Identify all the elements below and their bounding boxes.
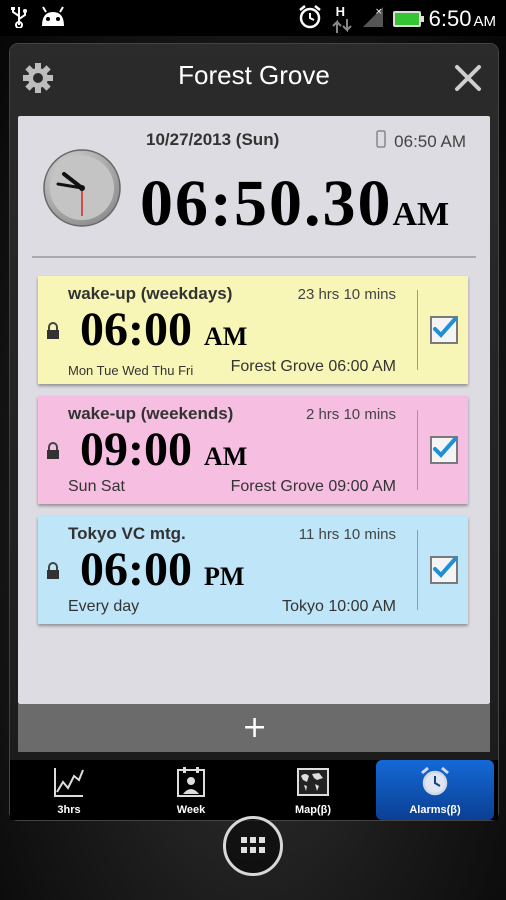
data-arrows-icon: H bbox=[331, 4, 353, 33]
card-separator bbox=[417, 410, 418, 490]
alarm-card[interactable]: Tokyo VC mtg. 11 hrs 10 mins 06:00 PM Ev… bbox=[38, 516, 468, 624]
tab-label: Week bbox=[176, 804, 206, 816]
close-icon[interactable] bbox=[454, 64, 482, 92]
current-date: 10/27/2013 (Sun) bbox=[146, 130, 280, 149]
card-separator bbox=[417, 290, 418, 370]
network-type-label: H bbox=[335, 4, 346, 19]
alarm-days: Sun Sat bbox=[68, 478, 125, 495]
device-time: 06:50 AM bbox=[376, 130, 466, 153]
divider bbox=[32, 256, 476, 258]
alarm-local-time: Forest Grove 06:00 AM bbox=[230, 358, 396, 375]
alarm-time: 06:00 PM bbox=[80, 543, 245, 596]
tab-label: 3hrs bbox=[57, 804, 81, 816]
lock-icon bbox=[46, 562, 60, 580]
status-bar: H × 6:50 AM bbox=[0, 0, 506, 36]
alarm-name: wake-up (weekends) bbox=[68, 404, 234, 423]
world-clock-widget: Forest Grove 10/27/2013 (Sun) 06:50 AM 0… bbox=[10, 44, 498, 820]
device-time-label: 06:50 AM bbox=[394, 131, 466, 151]
alarm-card[interactable]: wake-up (weekdays) 23 hrs 10 mins 06:00 … bbox=[38, 276, 468, 384]
tab-label: Alarms(β) bbox=[409, 804, 461, 816]
alarm-name: Tokyo VC mtg. bbox=[68, 524, 186, 543]
tab-3hrs[interactable]: 3hrs bbox=[10, 760, 128, 820]
svg-text:×: × bbox=[375, 7, 383, 17]
widget-titlebar: Forest Grove bbox=[10, 44, 498, 110]
android-icon bbox=[38, 6, 68, 32]
card-separator bbox=[417, 530, 418, 610]
lock-icon bbox=[46, 442, 60, 460]
alarm-enabled-checkbox[interactable] bbox=[430, 436, 458, 464]
battery-icon bbox=[392, 11, 424, 27]
current-time: 06:50.30AM bbox=[140, 167, 450, 240]
alarm-clock-icon bbox=[297, 4, 323, 34]
alarm-remaining: 2 hrs 10 mins bbox=[305, 406, 396, 423]
app-drawer-button[interactable] bbox=[223, 816, 283, 876]
signal-icon: × bbox=[361, 5, 385, 33]
alarm-local-time: Forest Grove 09:00 AM bbox=[230, 478, 396, 495]
bottom-tab-bar: 3hrs Week Map(β) Alarms(β) bbox=[10, 760, 498, 820]
lock-icon bbox=[46, 322, 60, 340]
alarm-name: wake-up (weekdays) bbox=[68, 284, 233, 303]
alarm-time: 09:00 AM bbox=[80, 423, 248, 476]
usb-icon bbox=[10, 6, 28, 32]
alarm-enabled-checkbox[interactable] bbox=[430, 316, 458, 344]
analog-clock-icon bbox=[42, 148, 122, 228]
widget-title: Forest Grove bbox=[178, 60, 330, 90]
alarm-remaining: 11 hrs 10 mins bbox=[298, 526, 396, 543]
tab-label: Map(β) bbox=[294, 804, 332, 816]
alarm-card[interactable]: wake-up (weekends) 2 hrs 10 mins 09:00 A… bbox=[38, 396, 468, 504]
plus-icon: + bbox=[242, 710, 268, 745]
alarm-time: 06:00 AM bbox=[80, 303, 248, 356]
tab-map[interactable]: Map(β) bbox=[254, 760, 372, 820]
alarm-days: Every day bbox=[68, 598, 140, 615]
alarm-enabled-checkbox[interactable] bbox=[430, 556, 458, 584]
add-alarm-button[interactable]: + bbox=[18, 704, 490, 752]
status-clock: 6:50 AM bbox=[428, 6, 496, 31]
alarm-remaining: 23 hrs 10 mins bbox=[297, 286, 396, 303]
tab-week[interactable]: Week bbox=[132, 760, 250, 820]
clock-panel: 10/27/2013 (Sun) 06:50 AM 06:50.30AM wak… bbox=[18, 116, 490, 704]
alarm-local-time: Tokyo 10:00 AM bbox=[282, 598, 396, 615]
tab-alarms[interactable]: Alarms(β) bbox=[376, 760, 494, 820]
phone-icon bbox=[376, 130, 386, 153]
alarm-days: Mon Tue Wed Thu Fri bbox=[68, 363, 194, 378]
